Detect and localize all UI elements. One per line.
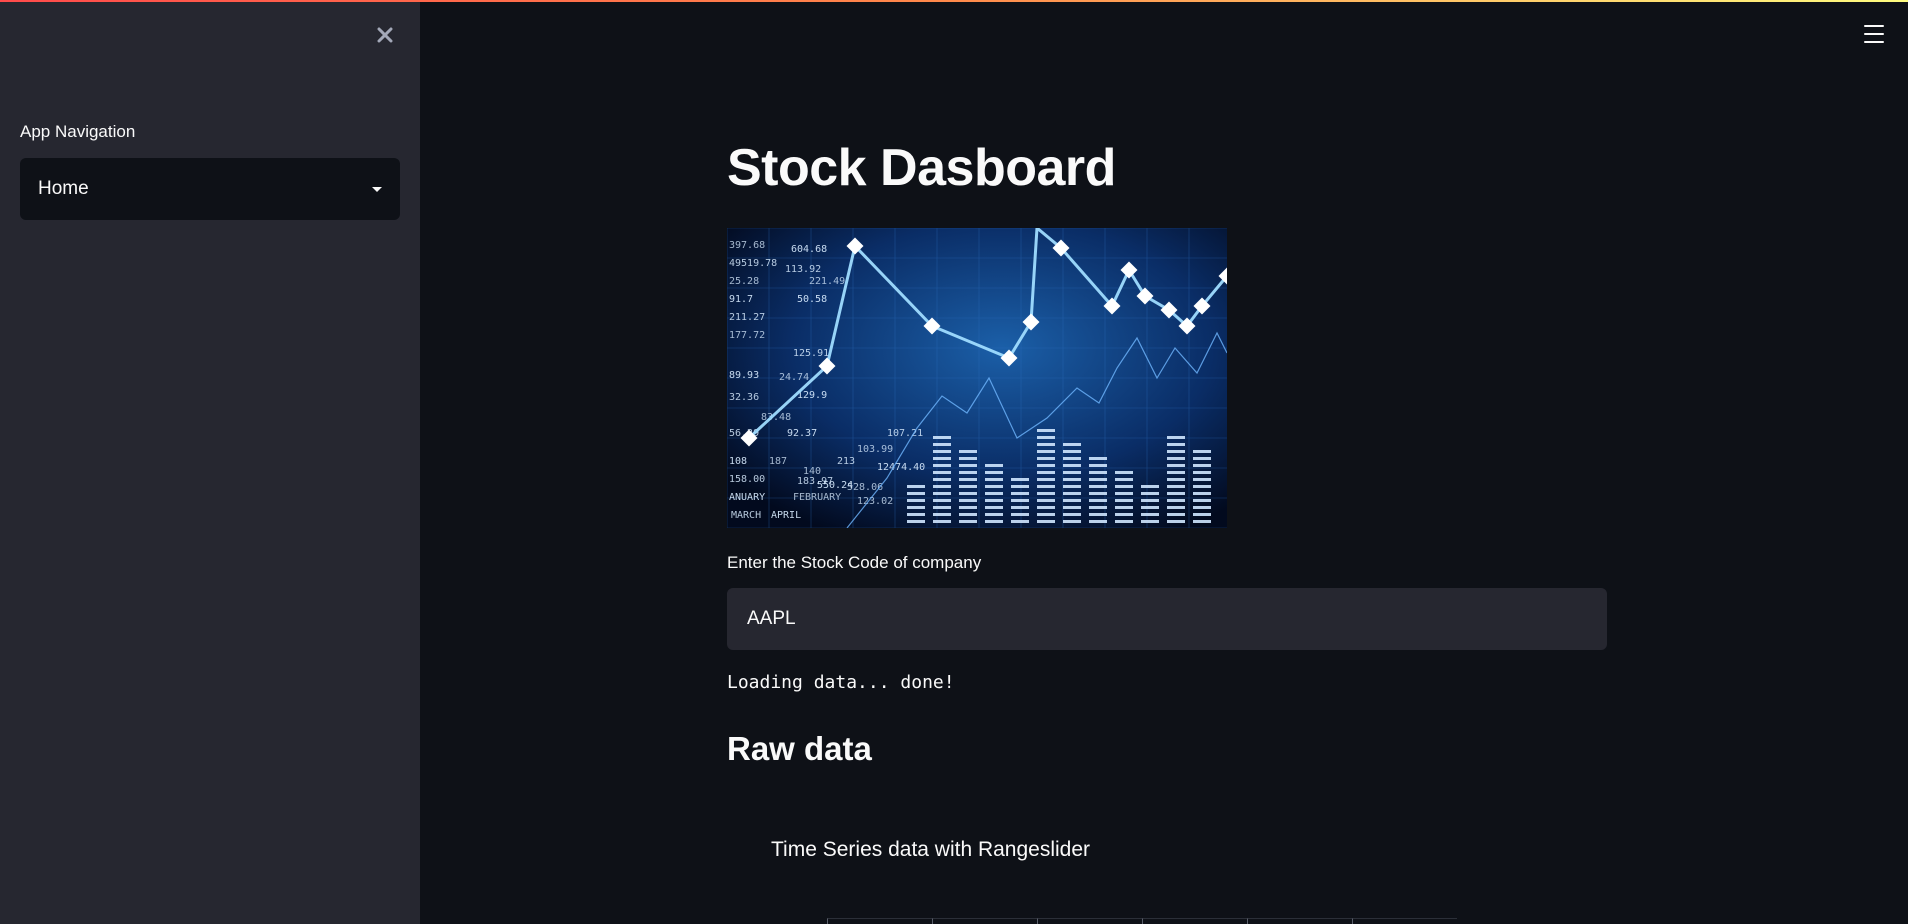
stock-chart-illustration: 397.68 49519.78 604.68 25.28 113.92 91.7 221.4… [727,228,1227,528]
raw-data-heading: Raw data [727,730,872,767]
svg-text:177.72: 177.72 [729,330,765,341]
stock-code-label: Enter the Stock Code of company [727,553,982,572]
svg-text:89.93: 89.93 [729,370,759,381]
svg-text:24.74: 24.74 [779,372,809,383]
navigation-label: App Navigation [20,122,136,141]
main-menu-button[interactable] [1864,25,1884,43]
svg-text:125.91: 125.91 [793,348,829,359]
svg-text:ANUARY: ANUARY [729,492,765,503]
svg-text:213: 213 [837,456,855,467]
svg-text:12474.40: 12474.40 [877,462,925,473]
sidebar: App Navigation Home [0,0,420,924]
navigation-selected-value: Home [38,178,89,199]
page-title: Stock Dasboard [727,139,1116,197]
loading-status: Loading data... done! [727,672,955,693]
svg-text:113.92: 113.92 [785,264,821,275]
svg-text:25.28: 25.28 [729,276,759,287]
svg-text:APRIL: APRIL [771,510,801,521]
svg-text:32.36: 32.36 [729,392,759,403]
svg-text:50.58: 50.58 [797,294,827,305]
stock-code-input[interactable] [727,588,1607,650]
close-icon [377,27,393,43]
svg-text:92.37: 92.37 [787,428,817,439]
svg-text:397.68: 397.68 [729,240,765,251]
close-sidebar-button[interactable] [370,20,400,50]
svg-text:MARCH: MARCH [731,510,761,521]
chart-area-top [827,918,1457,924]
navigation-select[interactable]: Home [20,158,400,220]
hamburger-menu-icon [1864,25,1884,27]
svg-text:211.27: 211.27 [729,312,765,323]
svg-text:158.00: 158.00 [729,474,765,485]
svg-text:49519.78: 49519.78 [729,258,777,269]
svg-text:103.99: 103.99 [857,444,893,455]
svg-text:91.7: 91.7 [729,294,753,305]
svg-text:221.49: 221.49 [809,276,845,287]
chart-title: Time Series data with Rangeslider [771,838,1091,861]
svg-text:FEBRUARY: FEBRUARY [793,492,841,503]
stock-market-image: 397.68 49519.78 604.68 25.28 113.92 91.7 221.4… [727,228,1227,528]
svg-text:129.9: 129.9 [797,390,827,401]
svg-text:604.68: 604.68 [791,244,827,255]
svg-text:123.02: 123.02 [857,496,893,507]
top-decoration-stripe [0,0,1908,2]
svg-text:187: 187 [769,456,787,467]
chevron-down-icon [372,186,382,192]
svg-text:108: 108 [729,456,747,467]
svg-text:107.21: 107.21 [887,428,923,439]
svg-text:528.06: 528.06 [847,482,883,493]
